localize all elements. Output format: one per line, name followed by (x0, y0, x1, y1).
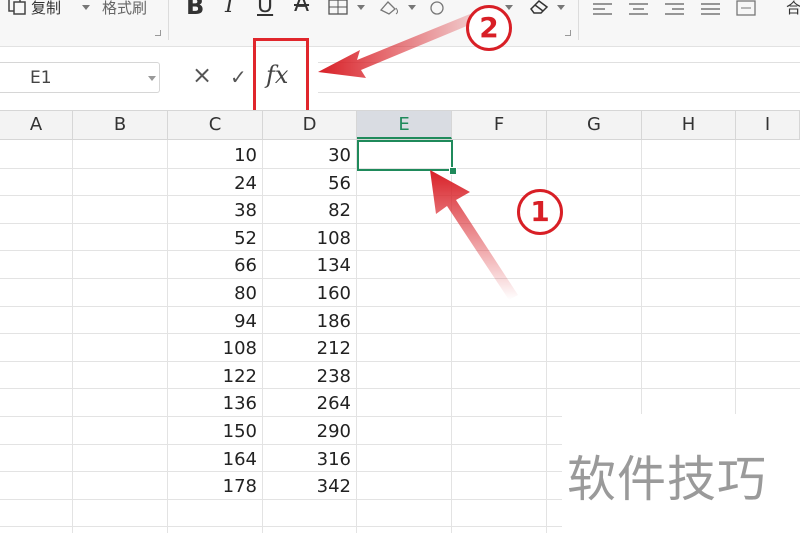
arrow-to-fx (318, 14, 474, 78)
step-1-badge: 1 (517, 189, 563, 235)
arrow-to-active-cell (430, 170, 518, 300)
step-2-badge: 2 (466, 5, 512, 51)
watermark-text: 软件技巧 (567, 451, 768, 508)
